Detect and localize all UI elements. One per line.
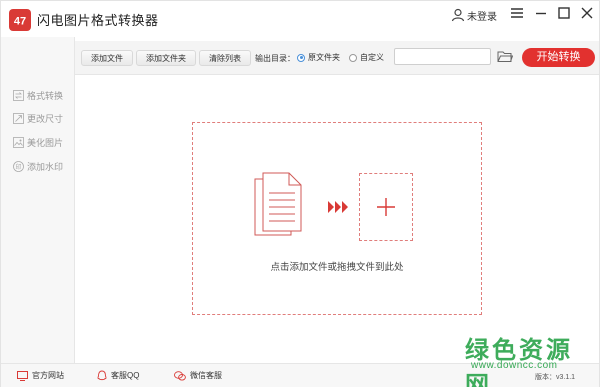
start-convert-button[interactable]: 开始转换: [522, 48, 595, 67]
login-status[interactable]: 未登录: [451, 6, 497, 24]
output-path-input[interactable]: [394, 48, 491, 65]
image-icon: [13, 136, 24, 148]
sidebar-item-resize[interactable]: 更改尺寸: [13, 111, 63, 125]
svg-text:47: 47: [14, 16, 26, 28]
menu-button[interactable]: [509, 5, 525, 21]
version-label: 版本：v3.1.1: [535, 374, 576, 381]
user-icon: [451, 8, 465, 22]
official-website-link[interactable]: 官方网站: [17, 370, 64, 381]
add-file-box[interactable]: [359, 173, 413, 241]
radio-label: 原文件夹: [308, 53, 340, 62]
app-title: 闪电图片格式转换器: [37, 13, 159, 28]
radio-original-folder[interactable]: 原文件夹: [297, 52, 340, 63]
minimize-button[interactable]: [533, 5, 549, 21]
plus-icon: [377, 198, 395, 216]
app-window: 47 闪电图片格式转换器 未登录 格式转换 更改尺寸 美化图片 印 添加水印 添…: [0, 0, 600, 387]
main-panel: 点击添加文件或拖拽文件到此处: [76, 76, 599, 363]
sidebar: 格式转换 更改尺寸 美化图片 印 添加水印: [1, 37, 75, 363]
sidebar-item-beautify[interactable]: 美化图片: [13, 135, 63, 149]
file-dropzone[interactable]: 点击添加文件或拖拽文件到此处: [192, 122, 482, 315]
status-link-label: 官方网站: [32, 371, 64, 380]
sidebar-item-label: 更改尺寸: [27, 113, 64, 124]
arrow-right-icon: [328, 201, 348, 213]
output-dir-label: 输出目录：: [255, 54, 295, 63]
sidebar-item-label: 添加水印: [27, 161, 64, 172]
folder-icon: [497, 51, 514, 62]
monitor-icon: [17, 370, 28, 381]
menu-icon: [511, 8, 523, 18]
maximize-button[interactable]: [556, 5, 572, 21]
add-folder-button[interactable]: 添加文件夹: [136, 50, 196, 66]
app-logo-icon: 47: [9, 9, 31, 31]
resize-icon: [13, 112, 24, 124]
close-icon: [581, 7, 593, 19]
status-link-label: 微信客服: [190, 371, 222, 380]
watermark-icon: 印: [13, 160, 24, 172]
wechat-support-link[interactable]: 微信客服: [174, 370, 222, 381]
radio-unselected-indicator: [349, 53, 357, 62]
svg-text:印: 印: [15, 163, 21, 170]
title-bar: 47 闪电图片格式转换器 未登录: [1, 1, 599, 37]
sidebar-item-label: 格式转换: [27, 90, 64, 101]
sidebar-item-watermark[interactable]: 印 添加水印: [13, 159, 63, 173]
add-file-button[interactable]: 添加文件: [81, 50, 133, 66]
close-button[interactable]: [579, 5, 595, 21]
browse-folder-button[interactable]: [497, 50, 514, 68]
radio-custom-folder[interactable]: 自定义: [349, 52, 384, 63]
sidebar-item-label: 美化图片: [27, 137, 64, 148]
drop-hint-text: 点击添加文件或拖拽文件到此处: [270, 262, 404, 273]
status-bar: 官方网站 客服QQ 微信客服 版本：v3.1.1: [1, 363, 599, 387]
wechat-icon: [174, 370, 186, 381]
minimize-icon: [536, 12, 546, 15]
qq-icon: [97, 370, 107, 381]
maximize-icon: [558, 7, 570, 19]
status-link-label: 客服QQ: [111, 371, 140, 380]
toolbar: 添加文件 添加文件夹 清除列表 输出目录： 原文件夹 自定义 开始转换: [75, 41, 599, 75]
radio-selected-indicator: [297, 53, 305, 62]
login-status-label: 未登录: [467, 11, 497, 23]
sidebar-item-format-convert[interactable]: 格式转换: [13, 88, 63, 102]
documents-icon: [254, 172, 302, 236]
radio-label: 自定义: [360, 53, 384, 62]
clear-list-button[interactable]: 清除列表: [199, 50, 251, 66]
qq-support-link[interactable]: 客服QQ: [97, 370, 139, 381]
convert-icon: [13, 89, 24, 101]
